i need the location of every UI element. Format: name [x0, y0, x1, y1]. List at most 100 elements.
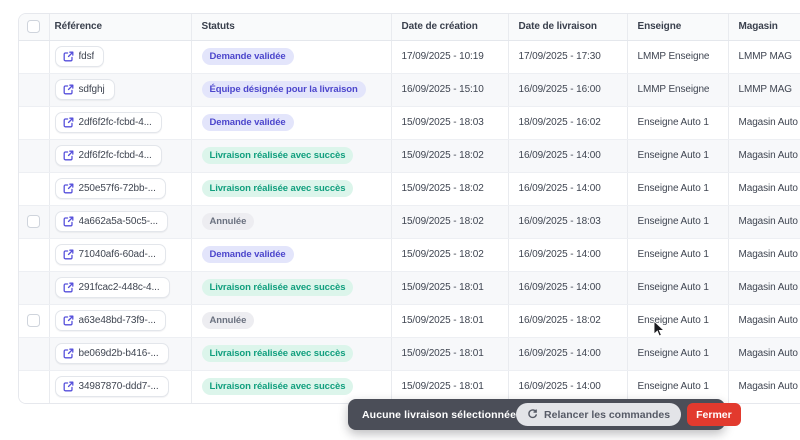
status-cell: Livraison réalisée avec succès: [191, 139, 392, 173]
table-row: fdsf Demande validée 17/09/2025 - 10:19 …: [19, 40, 800, 74]
reference-label: 34987870-ddd7-...: [78, 381, 159, 393]
status-cell: Livraison réalisée avec succès: [191, 337, 392, 371]
reference-button[interactable]: be069d2b-b416-...: [54, 343, 169, 364]
reference-button[interactable]: 4a662a5a-50c5-...: [54, 211, 168, 232]
magasin-cell: LMMP MAG: [728, 40, 800, 74]
status-badge: Demande validée: [201, 246, 294, 263]
column-header-enseigne: Enseigne: [627, 14, 729, 41]
table-row: 291fcac2-448c-4... Livraison réalisée av…: [19, 271, 800, 305]
reference-label: sdfghj: [78, 84, 105, 95]
magasin-cell: Magasin Auto 2: [728, 106, 800, 140]
status-badge: Livraison réalisée avec succès: [201, 279, 354, 296]
magasin-cell: Magasin Auto 2: [728, 139, 800, 173]
magasin-cell: Magasin Auto 2: [728, 271, 800, 305]
status-cell: Annulée: [191, 304, 392, 338]
column-header-date-livraison: Date de livraison: [508, 14, 628, 41]
status-badge: Livraison réalisée avec succès: [201, 180, 354, 197]
select-cell: [19, 73, 50, 107]
select-cell: [19, 370, 50, 403]
enseigne-cell: Enseigne Auto 1: [627, 337, 729, 371]
reference-cell: 71040af6-60ad-...: [49, 238, 192, 272]
enseigne-cell: Enseigne Auto 1: [627, 271, 729, 305]
date-livraison-cell: 16/09/2025 - 14:00: [508, 238, 628, 272]
enseigne-cell: Enseigne Auto 1: [627, 139, 729, 173]
relaunch-orders-label: Relancer les commandes: [544, 408, 671, 421]
status-cell: Demande validée: [191, 40, 392, 74]
enseigne-cell: Enseigne Auto 1: [627, 106, 729, 140]
date-creation-cell: 16/09/2025 - 15:10: [391, 73, 509, 107]
table-row: 2df6f2fc-fcbd-4... Demande validée 15/09…: [19, 106, 800, 140]
reference-cell: fdsf: [49, 40, 192, 74]
column-header-magasin: Magasin: [728, 14, 800, 41]
external-link-icon: [63, 348, 73, 359]
date-creation-cell: 15/09/2025 - 18:02: [391, 238, 509, 272]
select-cell: [19, 271, 50, 305]
enseigne-cell: LMMP Enseigne: [627, 73, 729, 107]
date-livraison-cell: 16/09/2025 - 14:00: [508, 271, 628, 305]
status-cell: Livraison réalisée avec succès: [191, 172, 392, 206]
date-creation-cell: 17/09/2025 - 10:19: [391, 40, 509, 74]
external-link-icon: [63, 249, 73, 260]
table-body: fdsf Demande validée 17/09/2025 - 10:19 …: [19, 40, 800, 403]
refresh-icon: [528, 409, 537, 419]
date-creation-cell: 15/09/2025 - 18:03: [391, 106, 509, 140]
enseigne-cell: Enseigne Auto 1: [627, 172, 729, 206]
date-livraison-cell: 16/09/2025 - 16:00: [508, 73, 628, 107]
select-cell: [19, 337, 50, 371]
enseigne-cell: LMMP Enseigne: [627, 40, 729, 74]
table-header-row: Référence Statuts Date de création Date …: [19, 14, 800, 41]
reference-button[interactable]: 291fcac2-448c-4...: [54, 277, 170, 298]
status-badge: Livraison réalisée avec succès: [201, 378, 354, 396]
reference-button[interactable]: a63e48bd-73f9-...: [54, 310, 166, 331]
reference-button[interactable]: 2df6f2fc-fcbd-4...: [54, 145, 162, 166]
row-checkbox[interactable]: [27, 314, 41, 327]
reference-button[interactable]: 2df6f2fc-fcbd-4...: [54, 112, 162, 133]
reference-button[interactable]: fdsf: [54, 46, 105, 67]
reference-cell: a63e48bd-73f9-...: [49, 304, 192, 338]
select-cell: [19, 238, 50, 272]
close-button[interactable]: Fermer: [687, 403, 741, 426]
reference-label: 2df6f2fc-fcbd-4...: [78, 117, 152, 128]
column-header-reference: Référence: [49, 14, 192, 41]
select-all-checkbox[interactable]: [27, 20, 41, 34]
enseigne-cell: Enseigne Auto 1: [627, 238, 729, 272]
date-creation-cell: 15/09/2025 - 18:02: [391, 172, 509, 206]
select-cell: [19, 106, 50, 140]
table-row: a63e48bd-73f9-... Annulée 15/09/2025 - 1…: [19, 304, 800, 338]
selection-status-label: Aucune livraison sélectionnée: [362, 408, 517, 421]
external-link-icon: [63, 216, 73, 227]
reference-cell: 250e57f6-72bb-...: [49, 172, 192, 206]
select-cell: [19, 304, 50, 338]
magasin-cell: Magasin Auto 2: [728, 337, 800, 371]
action-toolbar: Aucune livraison sélectionnée Relancer l…: [348, 399, 741, 430]
reference-button[interactable]: sdfghj: [54, 79, 115, 100]
select-cell: [19, 172, 50, 206]
status-cell: Demande validée: [191, 106, 392, 140]
status-badge: Livraison réalisée avec succès: [201, 147, 354, 164]
reference-cell: be069d2b-b416-...: [49, 337, 192, 371]
reference-label: fdsf: [78, 51, 95, 62]
status-cell: Annulée: [191, 205, 392, 239]
column-header-select: [19, 14, 50, 41]
reference-label: 2df6f2fc-fcbd-4...: [78, 150, 152, 161]
magasin-cell: Magasin Auto 2: [728, 205, 800, 239]
relaunch-orders-button[interactable]: Relancer les commandes: [516, 403, 682, 426]
table-row: 4a662a5a-50c5-... Annulée 15/09/2025 - 1…: [19, 205, 800, 239]
select-cell: [19, 139, 50, 173]
reference-button[interactable]: 250e57f6-72bb-...: [54, 178, 166, 199]
status-badge: Annulée: [201, 213, 255, 230]
date-creation-cell: 15/09/2025 - 18:02: [391, 139, 509, 173]
external-link-icon: [63, 315, 73, 326]
column-header-date-creation: Date de création: [391, 14, 509, 41]
reference-label: be069d2b-b416-...: [78, 348, 159, 359]
orders-table: Référence Statuts Date de création Date …: [18, 13, 800, 404]
reference-button[interactable]: 71040af6-60ad-...: [54, 244, 166, 265]
row-checkbox[interactable]: [27, 215, 41, 228]
status-cell: Livraison réalisée avec succès: [191, 271, 392, 305]
status-badge: Annulée: [201, 312, 255, 329]
external-link-icon: [63, 150, 73, 161]
reference-button[interactable]: 34987870-ddd7-...: [54, 376, 169, 398]
date-livraison-cell: 16/09/2025 - 18:02: [508, 304, 628, 338]
external-link-icon: [63, 183, 73, 194]
table-row: sdfghj Équipe désignée pour la livraison…: [19, 73, 800, 107]
